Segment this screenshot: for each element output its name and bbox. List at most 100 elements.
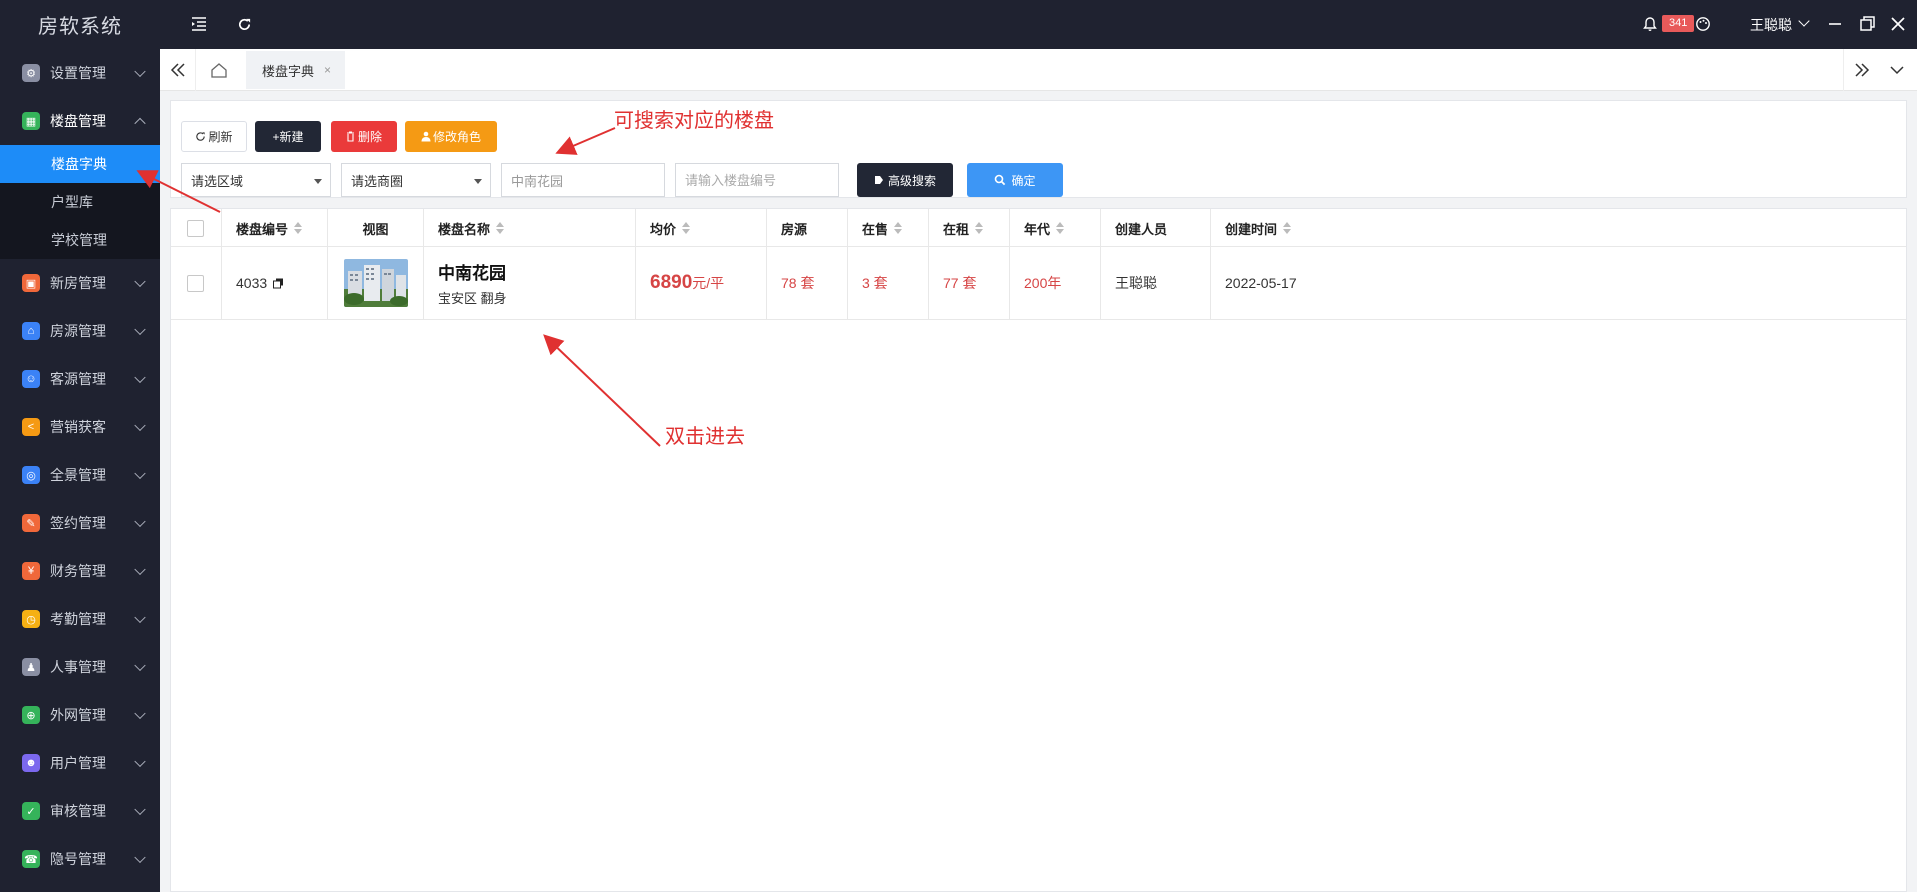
- sidebar-item-12[interactable]: ⊕ 外网管理: [0, 691, 160, 739]
- sidebar-item-5[interactable]: ☺ 客源管理: [0, 355, 160, 403]
- building-code: 4033: [236, 275, 268, 291]
- sidebar-item-2[interactable]: ▦ 楼盘管理: [0, 97, 160, 145]
- select-all-checkbox[interactable]: [187, 219, 204, 237]
- building-thumbnail[interactable]: [343, 259, 408, 307]
- attendance-icon: ◷: [22, 610, 40, 628]
- sort-icon[interactable]: [894, 222, 903, 234]
- area-select[interactable]: 请选区域: [181, 163, 331, 197]
- sidebar-item-6[interactable]: < 营销获客: [0, 403, 160, 451]
- chevron-up-icon: [134, 117, 146, 130]
- user-chevron-down-icon[interactable]: [1798, 15, 1810, 27]
- sidebar-item-7[interactable]: ◎ 全景管理: [0, 451, 160, 499]
- dropdown-arrow-icon: [314, 179, 322, 184]
- sidebar-item-14[interactable]: ✓ 审核管理: [0, 787, 160, 835]
- col-on-rent-label: 在租: [943, 221, 970, 237]
- district-select[interactable]: 请选商圈: [341, 163, 491, 197]
- bell-icon[interactable]: [1642, 16, 1658, 32]
- cell-on-rent: 77 套: [929, 247, 1010, 319]
- share-icon: <: [22, 418, 40, 436]
- sidebar-item-label: 客源管理: [50, 371, 106, 387]
- col-created[interactable]: 创建时间: [1211, 209, 1906, 247]
- notification-badge[interactable]: 341: [1662, 15, 1695, 32]
- table-header: 楼盘编号 视图 楼盘名称 均价 房源 在售 在租 年代 创建人员 创建时间: [171, 209, 1906, 247]
- sidebar-item-label: 营销获客: [50, 419, 106, 435]
- advanced-search-button[interactable]: 高级搜索: [857, 163, 953, 197]
- sidebar-item-1[interactable]: ⚙ 设置管理: [0, 49, 160, 97]
- tab-scroll-left-icon[interactable]: [160, 49, 196, 91]
- new-button[interactable]: +新建: [255, 121, 321, 152]
- sidebar-item-10[interactable]: ◷ 考勤管理: [0, 595, 160, 643]
- col-creator-label: 创建人员: [1115, 221, 1168, 237]
- restore-icon[interactable]: [1857, 14, 1877, 34]
- modify-role-button[interactable]: 修改角色: [405, 121, 497, 152]
- building-code-input[interactable]: [675, 163, 839, 197]
- col-code[interactable]: 楼盘编号: [222, 209, 328, 247]
- chevron-down-icon: [134, 467, 146, 480]
- building-name-input[interactable]: [501, 163, 665, 197]
- tab-scroll-right-icon[interactable]: [1843, 49, 1879, 91]
- tab-close-icon[interactable]: ×: [324, 63, 331, 77]
- cell-name: 中南花园 宝安区 翻身: [424, 247, 636, 319]
- sidebar-nav: ⚙ 设置管理 ▦ 楼盘管理 楼盘字典 户型库 学校管理 ▣ 新房管理 ⌂ 房源管理 ☺ 客源管理 < 营销获…: [0, 49, 160, 883]
- user-name[interactable]: 王聪聪: [1750, 15, 1792, 35]
- sort-icon[interactable]: [1283, 222, 1292, 234]
- sidebar-item-13[interactable]: ☻ 用户管理: [0, 739, 160, 787]
- sidebar-item-4[interactable]: ⌂ 房源管理: [0, 307, 160, 355]
- cell-year: 200年: [1010, 247, 1101, 319]
- delete-button[interactable]: 删除: [331, 121, 397, 152]
- minimize-icon[interactable]: [1825, 14, 1845, 34]
- close-window-icon[interactable]: [1888, 14, 1908, 34]
- sidebar-item-label: 新房管理: [50, 275, 106, 291]
- tab-menu-chevron-down-icon[interactable]: [1879, 49, 1915, 91]
- area-select-value: 请选区域: [191, 173, 244, 189]
- chevron-down-icon: [134, 803, 146, 816]
- table-row[interactable]: 4033 中南花园 宝安区 翻身 6890 元/平 78 套 3 套 77 套 …: [171, 247, 1906, 320]
- refresh-icon[interactable]: [233, 13, 255, 35]
- sidebar-item-3[interactable]: ▣ 新房管理: [0, 259, 160, 307]
- sidebar-subitem-3[interactable]: 学校管理: [0, 221, 160, 259]
- sort-icon[interactable]: [496, 222, 505, 234]
- sort-icon[interactable]: [1056, 222, 1065, 234]
- row-checkbox[interactable]: [187, 274, 204, 292]
- sidebar-item-label: 房源管理: [50, 323, 106, 339]
- main-content: 刷新 +新建 删除 修改角色 请选区域 请选商圈 高级搜索 确定: [160, 91, 1917, 892]
- col-price-label: 均价: [650, 221, 677, 237]
- sort-icon[interactable]: [682, 222, 691, 234]
- home-icon: ⌂: [22, 322, 40, 340]
- sidebar-item-11[interactable]: ♟ 人事管理: [0, 643, 160, 691]
- tab-building-dictionary[interactable]: 楼盘字典 ×: [246, 51, 346, 89]
- col-on-rent[interactable]: 在租: [929, 209, 1010, 247]
- chevron-down-icon: [134, 659, 146, 672]
- sort-icon[interactable]: [294, 222, 303, 234]
- building-icon: ▦: [22, 112, 40, 130]
- sort-icon[interactable]: [975, 222, 984, 234]
- sidebar-item-label: 隐号管理: [50, 851, 106, 867]
- home-icon[interactable]: [196, 49, 242, 91]
- col-houses: 房源: [767, 209, 848, 247]
- col-on-sale[interactable]: 在售: [848, 209, 929, 247]
- district-select-value: 请选商圈: [351, 173, 404, 189]
- sidebar-item-9[interactable]: ¥ 财务管理: [0, 547, 160, 595]
- app-title: 房软系统: [38, 16, 122, 38]
- col-price[interactable]: 均价: [636, 209, 767, 247]
- buildings-table: 楼盘编号 视图 楼盘名称 均价 房源 在售 在租 年代 创建人员 创建时间 40…: [170, 208, 1907, 892]
- panorama-icon: ◎: [22, 466, 40, 484]
- col-created-label: 创建时间: [1225, 221, 1278, 237]
- menu-toggle-icon[interactable]: [188, 13, 210, 35]
- copy-icon[interactable]: [273, 278, 284, 289]
- dropdown-arrow-icon: [474, 179, 482, 184]
- sidebar-item-8[interactable]: ✎ 签约管理: [0, 499, 160, 547]
- gear-icon: ⚙: [22, 64, 40, 82]
- sidebar-item-15[interactable]: ☎ 隐号管理: [0, 835, 160, 883]
- refresh-button[interactable]: 刷新: [181, 121, 247, 152]
- col-name[interactable]: 楼盘名称: [424, 209, 636, 247]
- col-year[interactable]: 年代: [1010, 209, 1101, 247]
- sidebar-item-label: 设置管理: [50, 65, 106, 81]
- sidebar-subitem-2[interactable]: 户型库: [0, 183, 160, 221]
- col-on-sale-label: 在售: [862, 221, 889, 237]
- palette-icon[interactable]: [1695, 16, 1711, 32]
- new-house-icon: ▣: [22, 274, 40, 292]
- confirm-button[interactable]: 确定: [967, 163, 1063, 197]
- double-click-annotation: 双击进去: [665, 426, 745, 448]
- sidebar-subitem-1[interactable]: 楼盘字典: [0, 145, 160, 183]
